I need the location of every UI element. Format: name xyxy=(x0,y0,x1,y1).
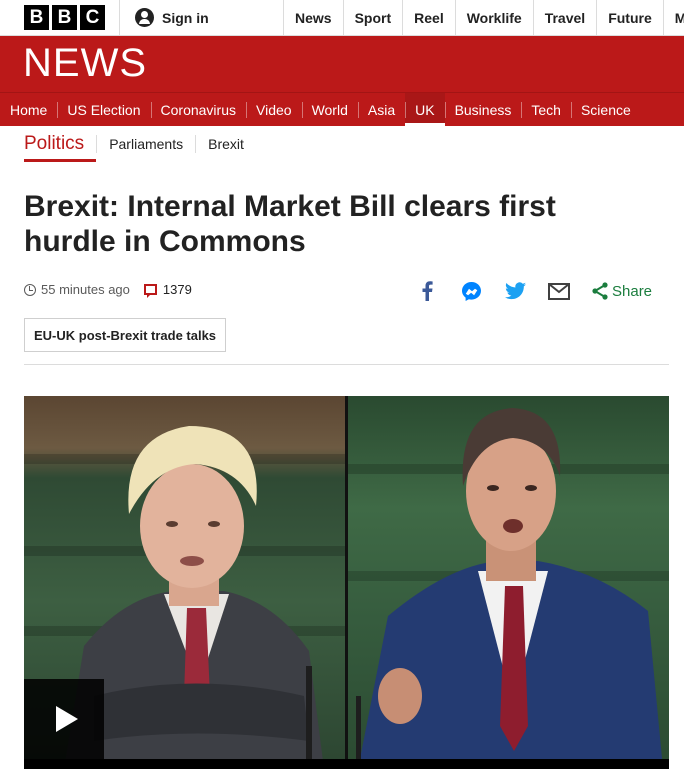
sign-in-label: Sign in xyxy=(162,9,209,26)
top-nav: News Sport Reel Worklife Travel Future M… xyxy=(283,0,684,36)
section-nav-business[interactable]: Business xyxy=(444,93,522,126)
section-nav-science[interactable]: Science xyxy=(570,93,641,126)
sub-nav: Politics Parliaments Brexit xyxy=(0,126,684,162)
comment-count[interactable]: 1379 xyxy=(163,282,192,297)
logo-letter-c: C xyxy=(80,5,105,30)
top-nav-travel[interactable]: Travel xyxy=(532,0,596,36)
section-nav-tech[interactable]: Tech xyxy=(521,93,571,126)
article-headline: Brexit: Internal Market Bill clears firs… xyxy=(24,190,556,258)
bbc-logo[interactable]: B B C xyxy=(24,5,105,30)
top-nav-worklife[interactable]: Worklife xyxy=(454,0,533,36)
share-button[interactable]: Share xyxy=(612,283,652,300)
play-button[interactable] xyxy=(24,679,104,759)
section-nav: Home US Election Coronavirus Video World… xyxy=(0,92,684,126)
comments-icon[interactable] xyxy=(143,284,157,298)
video-player[interactable] xyxy=(24,396,669,769)
sign-in-link[interactable]: Sign in xyxy=(119,0,209,36)
video-frame-right xyxy=(348,396,669,769)
sub-nav-brexit[interactable]: Brexit xyxy=(195,135,256,153)
messenger-icon[interactable] xyxy=(460,280,482,302)
section-nav-us-election[interactable]: US Election xyxy=(57,93,150,126)
twitter-icon[interactable] xyxy=(504,280,526,302)
section-nav-video[interactable]: Video xyxy=(246,93,302,126)
logo-letter-b1: B xyxy=(24,5,49,30)
logo-letter-b2: B xyxy=(52,5,77,30)
top-bar: B B C Sign in News Sport Reel Worklife T… xyxy=(0,0,684,36)
video-bottom-bar xyxy=(24,759,669,769)
facebook-icon[interactable] xyxy=(416,280,438,302)
top-nav-reel[interactable]: Reel xyxy=(402,0,455,36)
divider xyxy=(24,364,669,365)
person-right-image xyxy=(356,408,663,769)
top-nav-more[interactable]: Mo xyxy=(662,0,684,36)
top-nav-future[interactable]: Future xyxy=(596,0,663,36)
sub-nav-parliaments[interactable]: Parliaments xyxy=(96,135,195,153)
article-timestamp: 55 minutes ago xyxy=(41,282,130,297)
sub-nav-politics[interactable]: Politics xyxy=(24,126,97,162)
top-nav-sport[interactable]: Sport xyxy=(342,0,403,36)
section-nav-world[interactable]: World xyxy=(301,93,358,126)
top-nav-news[interactable]: News xyxy=(283,0,343,36)
user-icon xyxy=(135,8,154,27)
share-icon[interactable] xyxy=(592,280,608,302)
email-icon[interactable] xyxy=(548,280,570,302)
article-meta: 55 minutes ago 1379 xyxy=(24,282,192,298)
section-nav-uk[interactable]: UK xyxy=(405,93,446,126)
section-nav-coronavirus[interactable]: Coronavirus xyxy=(150,93,246,126)
clock-icon xyxy=(24,283,36,296)
share-tools: Share xyxy=(416,280,652,302)
section-nav-home[interactable]: Home xyxy=(0,93,57,126)
news-banner: NEWS xyxy=(0,36,684,92)
section-nav-asia[interactable]: Asia xyxy=(357,93,405,126)
topic-tag[interactable]: EU-UK post-Brexit trade talks xyxy=(24,318,227,352)
play-icon xyxy=(55,706,78,732)
news-logo[interactable]: NEWS xyxy=(23,41,147,86)
